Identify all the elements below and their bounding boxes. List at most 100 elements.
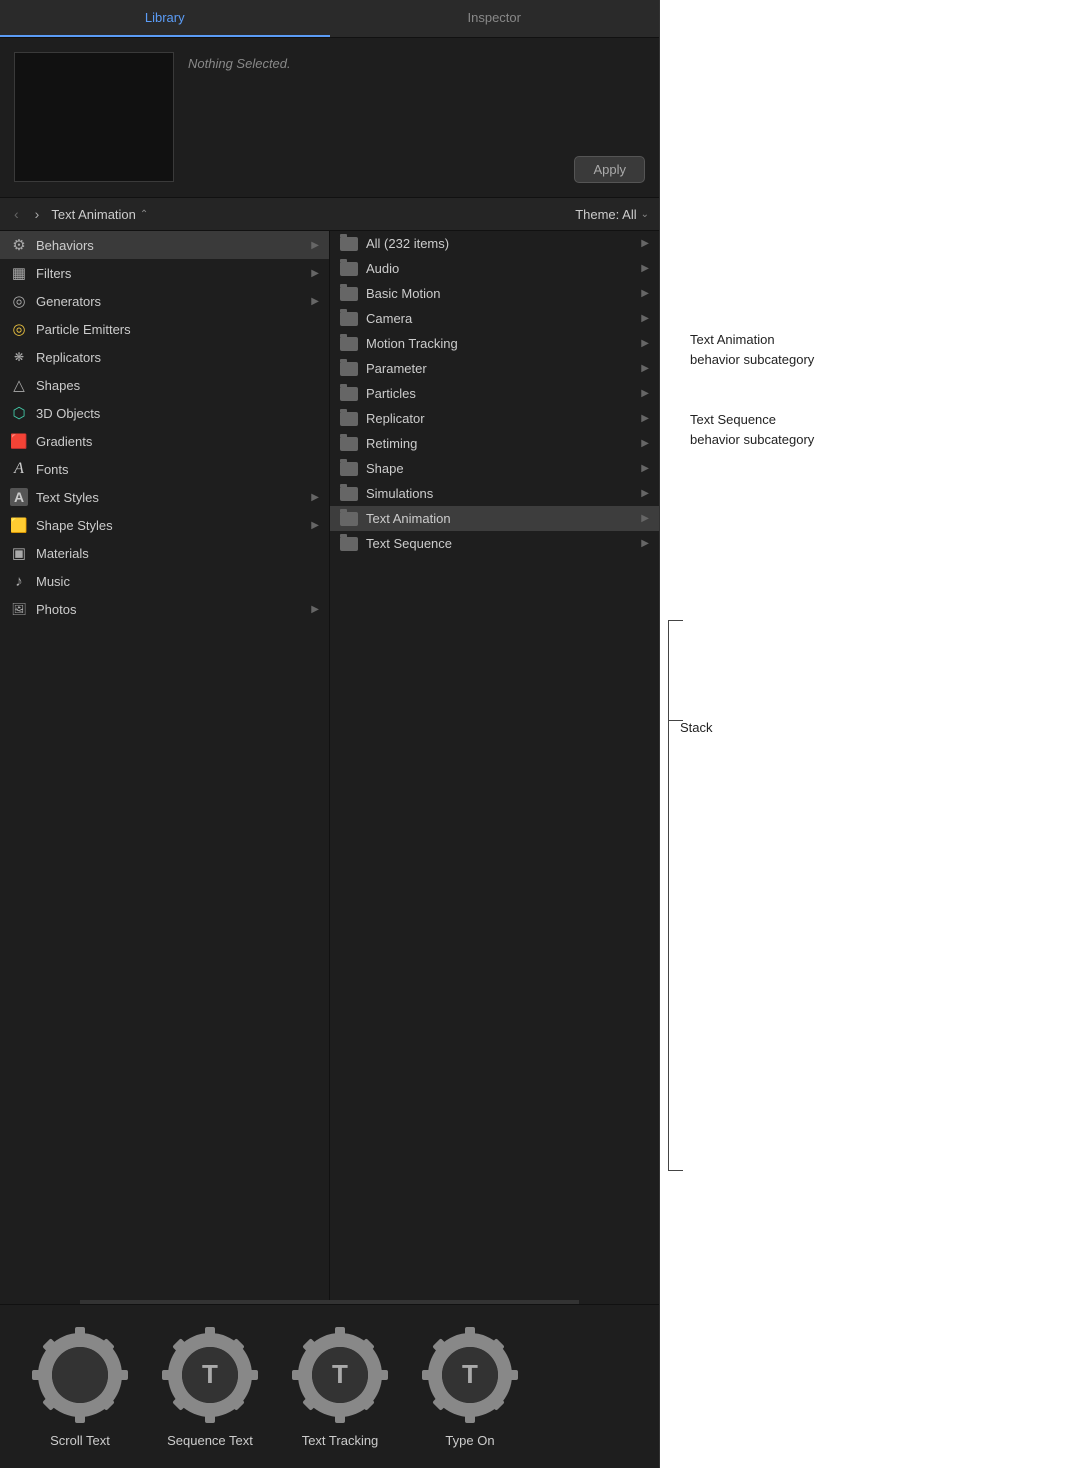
category-item-text-animation[interactable]: Text Animation ▶ (330, 506, 659, 531)
svg-text:T: T (462, 1359, 478, 1389)
category-label-replicator: Replicator (366, 411, 425, 426)
nav-back-arrow[interactable]: ‹ (10, 204, 23, 224)
audio-arrow: ▶ (641, 263, 649, 274)
category-label-parameter: Parameter (366, 361, 427, 376)
sidebar-item-particle-emitters[interactable]: ◎ Particle Emitters (0, 315, 329, 343)
photos-arrow: ▶ (311, 604, 319, 615)
generators-icon: ◎ (10, 292, 28, 310)
generators-arrow: ▶ (311, 296, 319, 307)
sidebar-item-fonts[interactable]: A Fonts (0, 455, 329, 483)
apply-button[interactable]: Apply (574, 156, 645, 183)
folder-retiming-icon (340, 437, 358, 451)
category-item-motion-tracking[interactable]: Motion Tracking ▶ (330, 331, 659, 356)
tab-library[interactable]: Library (0, 0, 330, 37)
preview-info: Nothing Selected. Apply (188, 52, 645, 183)
sidebar-item-behaviors[interactable]: ⚙ Behaviors ▶ (0, 231, 329, 259)
text-animation-annotation: Text Animationbehavior subcategory (690, 330, 814, 369)
items-grid: Scroll Text (0, 1304, 659, 1468)
sidebar-label-fonts: Fonts (36, 462, 69, 477)
sidebar-label-text-styles: Text Styles (36, 490, 99, 505)
category-item-audio[interactable]: Audio ▶ (330, 256, 659, 281)
sidebar-item-filters[interactable]: ▦ Filters ▶ (0, 259, 329, 287)
category-item-particles[interactable]: Particles ▶ (330, 381, 659, 406)
sidebar-item-text-styles[interactable]: A Text Styles ▶ (0, 483, 329, 511)
category-item-basic-motion[interactable]: Basic Motion ▶ (330, 281, 659, 306)
motion-tracking-arrow: ▶ (641, 338, 649, 349)
text-styles-icon: A (10, 488, 28, 506)
category-item-shape[interactable]: Shape ▶ (330, 456, 659, 481)
type-on-icon: T (420, 1325, 520, 1425)
sidebar-item-generators[interactable]: ◎ Generators ▶ (0, 287, 329, 315)
theme-chevron-icon: ⌄ (641, 209, 649, 220)
sidebar-item-3d-objects[interactable]: ⬡ 3D Objects (0, 399, 329, 427)
grid-item-sequence-text[interactable]: T Sequence Text (160, 1325, 260, 1448)
category-item-retiming[interactable]: Retiming ▶ (330, 431, 659, 456)
nav-forward-arrow[interactable]: › (31, 204, 44, 224)
text-sequence-arrow: ▶ (641, 538, 649, 549)
text-tracking-label: Text Tracking (302, 1433, 379, 1448)
sidebar-item-materials[interactable]: ▣ Materials (0, 539, 329, 567)
grid-item-text-tracking[interactable]: T Text Tracking (290, 1325, 390, 1448)
svg-text:T: T (332, 1359, 348, 1389)
category-item-parameter[interactable]: Parameter ▶ (330, 356, 659, 381)
shape-arrow: ▶ (641, 463, 649, 474)
sidebar-item-shapes[interactable]: △ Shapes (0, 371, 329, 399)
stack-annotation: Stack (680, 720, 713, 735)
text-sequence-annotation: Text Sequencebehavior subcategory (690, 410, 814, 449)
sidebar-label-music: Music (36, 574, 70, 589)
sidebar-item-photos[interactable]: 🖼 Photos ▶ (0, 595, 329, 623)
nav-bar: ‹ › Text Animation ⌃ Theme: All ⌄ (0, 198, 659, 231)
grid-item-type-on[interactable]: T Type On (420, 1325, 520, 1448)
stack-annotation-text: Stack (680, 720, 713, 735)
grid-item-scroll-text[interactable]: Scroll Text (30, 1325, 130, 1448)
folder-replicator-icon (340, 412, 358, 426)
scroll-text-label: Scroll Text (50, 1433, 110, 1448)
sidebar-item-music[interactable]: ♪ Music (0, 567, 329, 595)
app-container: Library Inspector Nothing Selected. Appl… (0, 0, 1085, 1468)
shape-styles-arrow: ▶ (311, 520, 319, 531)
sidebar-item-gradients[interactable]: 🟥 Gradients (0, 427, 329, 455)
category-label-shape: Shape (366, 461, 404, 476)
category-label-particles: Particles (366, 386, 416, 401)
replicators-icon: ❋ (10, 348, 28, 366)
nav-category[interactable]: Text Animation ⌃ (51, 207, 148, 222)
sidebar-label-photos: Photos (36, 602, 76, 617)
nothing-selected-label: Nothing Selected. (188, 52, 645, 71)
folder-motion-tracking-icon (340, 337, 358, 351)
shape-styles-icon: 🟨 (10, 516, 28, 534)
sidebar-label-shapes: Shapes (36, 378, 80, 393)
music-icon: ♪ (10, 572, 28, 590)
nav-theme-label: Theme: All (575, 207, 636, 222)
category-label-simulations: Simulations (366, 486, 433, 501)
replicator-arrow: ▶ (641, 413, 649, 424)
stack-bracket-mid (668, 720, 683, 721)
materials-icon: ▣ (10, 544, 28, 562)
filters-arrow: ▶ (311, 268, 319, 279)
sidebar-item-shape-styles[interactable]: 🟨 Shape Styles ▶ (0, 511, 329, 539)
sidebar-label-behaviors: Behaviors (36, 238, 94, 253)
nav-category-label: Text Animation (51, 207, 136, 222)
category-label-retiming: Retiming (366, 436, 417, 451)
category-label-basic-motion: Basic Motion (366, 286, 440, 301)
sidebar-item-replicators[interactable]: ❋ Replicators (0, 343, 329, 371)
tab-inspector[interactable]: Inspector (330, 0, 660, 37)
basic-motion-arrow: ▶ (641, 288, 649, 299)
category-item-all[interactable]: All (232 items) ▶ (330, 231, 659, 256)
shapes-icon: △ (10, 376, 28, 394)
camera-arrow: ▶ (641, 313, 649, 324)
folder-all-icon (340, 237, 358, 251)
category-item-text-sequence[interactable]: Text Sequence ▶ (330, 531, 659, 556)
sidebar-label-gradients: Gradients (36, 434, 92, 449)
gradients-icon: 🟥 (10, 432, 28, 450)
sidebar-label-shape-styles: Shape Styles (36, 518, 113, 533)
nav-theme[interactable]: Theme: All ⌄ (575, 207, 649, 222)
folder-text-sequence-icon (340, 537, 358, 551)
folder-text-animation-icon (340, 512, 358, 526)
sidebar-label-replicators: Replicators (36, 350, 101, 365)
category-item-simulations[interactable]: Simulations ▶ (330, 481, 659, 506)
sidebar-label-materials: Materials (36, 546, 89, 561)
category-item-camera[interactable]: Camera ▶ (330, 306, 659, 331)
category-item-replicator[interactable]: Replicator ▶ (330, 406, 659, 431)
scroll-text-icon (30, 1325, 130, 1425)
folder-audio-icon (340, 262, 358, 276)
